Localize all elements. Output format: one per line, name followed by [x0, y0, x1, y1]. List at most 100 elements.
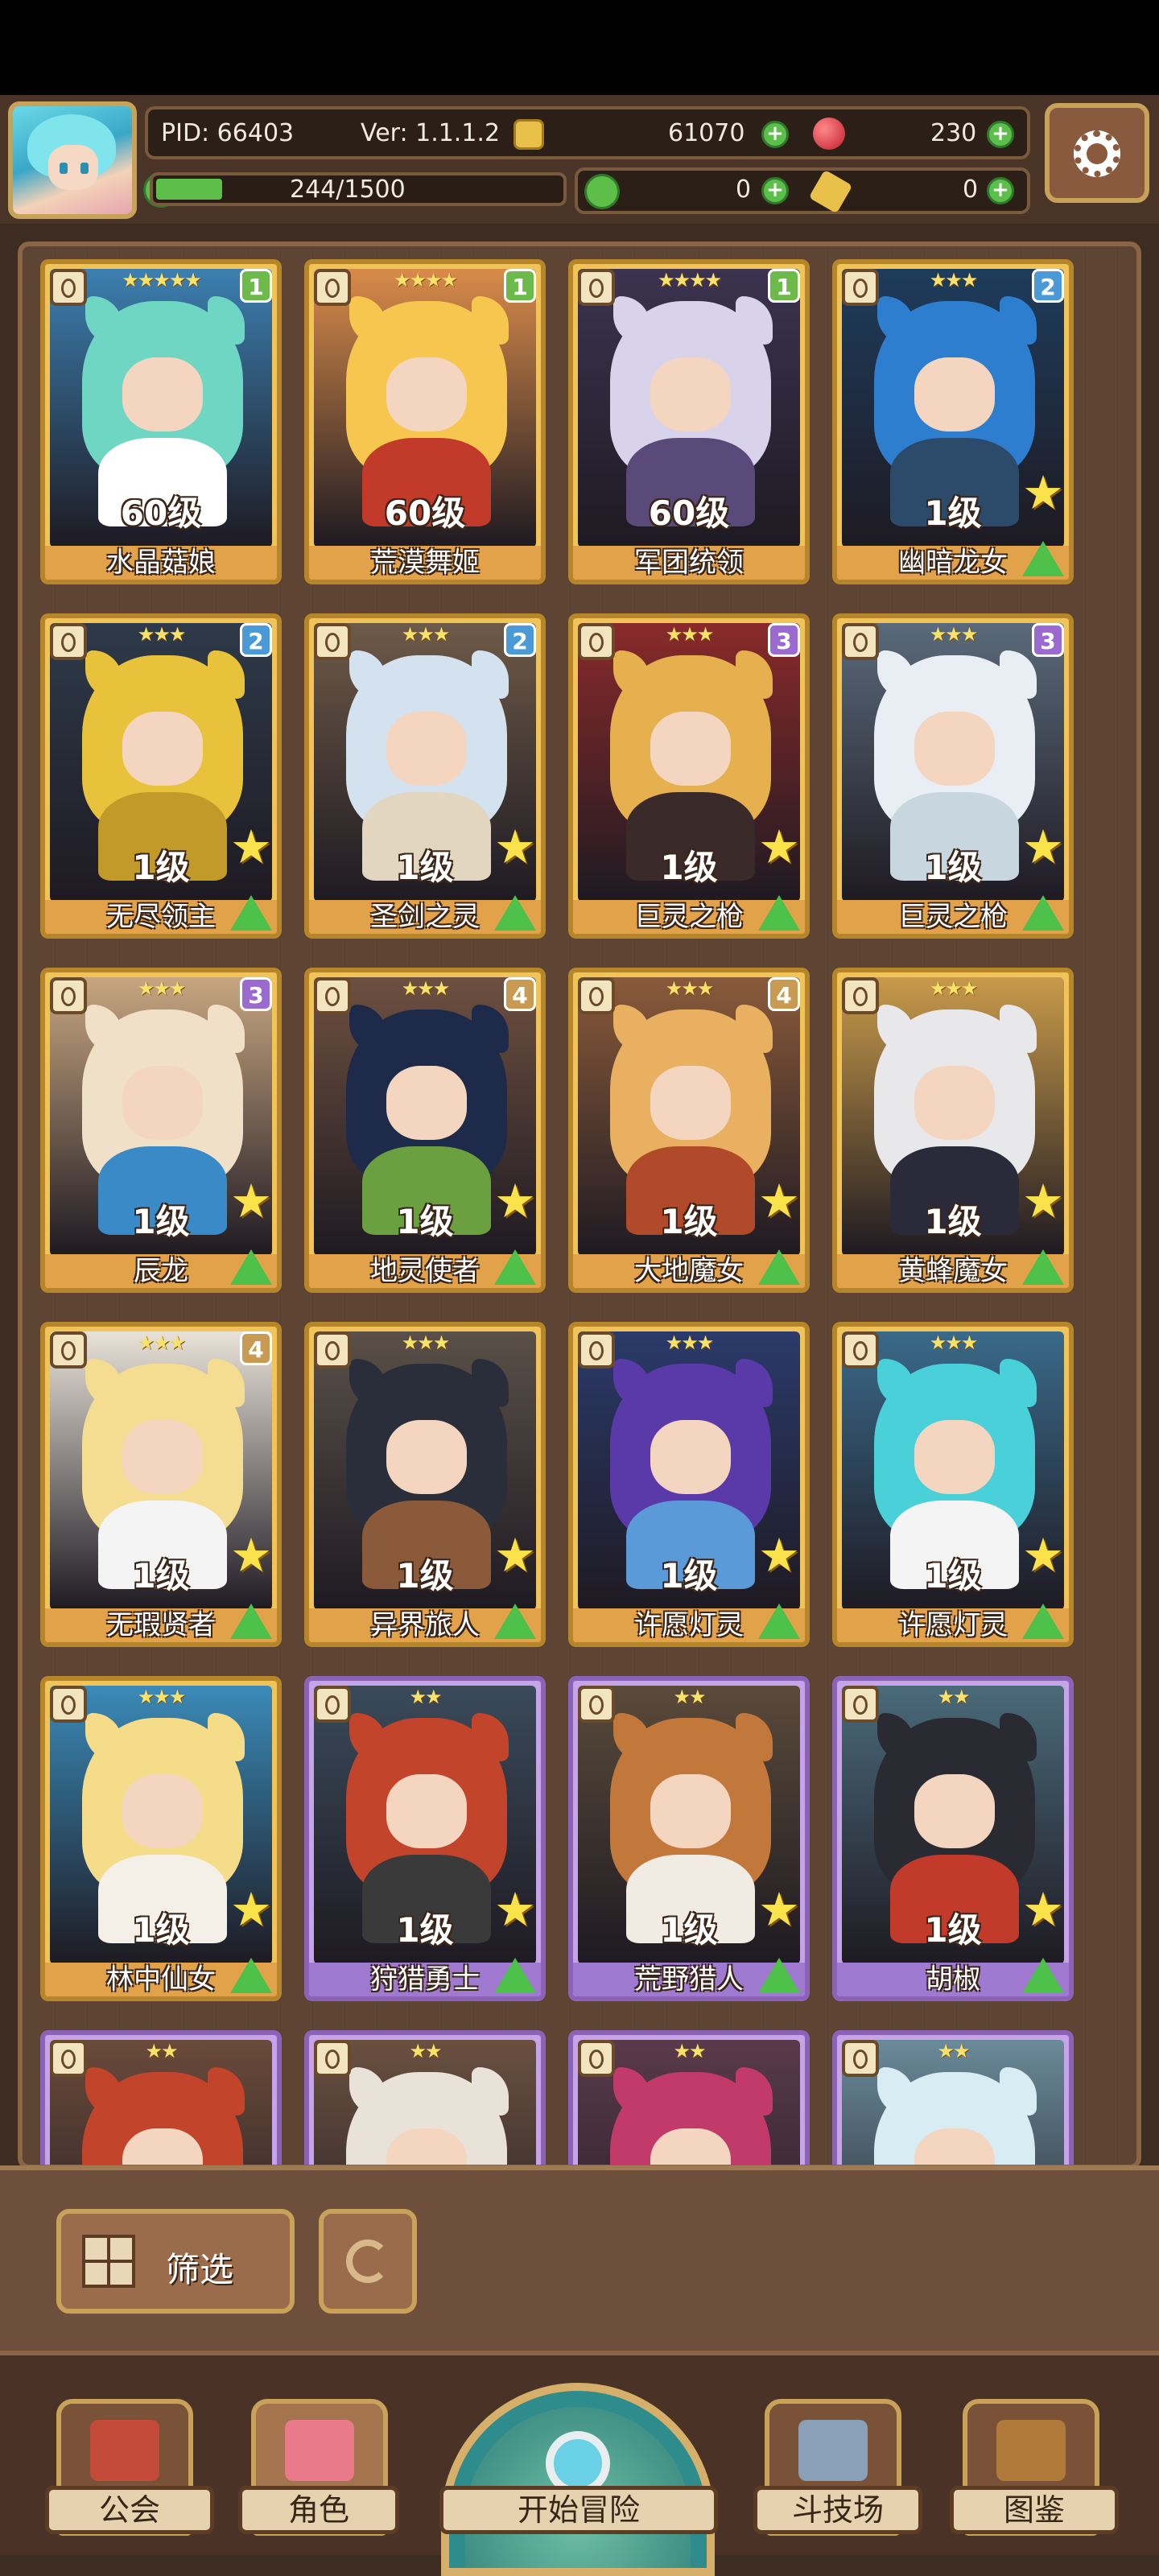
add-gems-button[interactable]: + — [987, 121, 1014, 148]
character-card[interactable]: ★★★ 4 1级 ★ 大地魔女 — [568, 968, 810, 1293]
level-up-arrow-icon — [758, 1249, 800, 1285]
star-upgrade-icon: ★ — [1022, 1528, 1064, 1583]
collection-icon — [996, 2420, 1066, 2481]
rarity-stars: ★★ — [937, 2040, 970, 2062]
character-card[interactable]: ★★★ 1级 ★ 黄蜂魔女 — [832, 968, 1074, 1293]
character-level: 60级 — [120, 493, 202, 533]
top-hud: PID: 66403 Ver: 1.1.1.2 61070 + 230 + 24… — [0, 95, 1159, 224]
guild-icon — [90, 2420, 159, 2481]
character-card[interactable]: ★★★ 2 1级 ★ 幽暗龙女 — [832, 259, 1074, 584]
star-upgrade-icon: ★ — [1022, 1174, 1064, 1228]
rank-badge: 4 — [504, 977, 536, 1011]
gem-amount: 230 — [930, 119, 977, 147]
filter-controls: 筛选 — [0, 2165, 1159, 2355]
character-card[interactable]: ★★ — [304, 2030, 546, 2165]
clover-amount: 0 — [736, 175, 752, 204]
player-avatar[interactable] — [8, 101, 137, 219]
nav-label[interactable]: 开始冒险 — [439, 2486, 718, 2534]
character-card[interactable]: ★★★ 4 1级 ★ 无瑕贤者 — [40, 1322, 282, 1647]
star-upgrade-icon: ★ — [230, 1882, 272, 1937]
character-grid[interactable]: ★★★★★ 1 60级 水晶菇娘 ★★★★ 1 60级 荒漠舞姬 ★★★★ 1 … — [18, 242, 1141, 2169]
gold-coin-icon — [514, 119, 544, 150]
rarity-stars: ★★ — [145, 2040, 178, 2062]
character-card[interactable]: ★★★ 1级 ★ 许愿灯灵 — [568, 1322, 810, 1647]
star-upgrade-icon: ★ — [494, 819, 536, 874]
nav-label[interactable]: 斗技场 — [753, 2486, 922, 2534]
rarity-stars: ★★★ — [929, 977, 979, 1000]
rank-badge: 4 — [240, 1331, 272, 1365]
character-card[interactable]: ★★ — [568, 2030, 810, 2165]
rarity-stars: ★★ — [409, 1686, 442, 1708]
rarity-stars: ★★ — [673, 2040, 706, 2062]
grid-filter-icon — [82, 2235, 135, 2288]
exp-text: 244/1500 — [290, 175, 406, 204]
exp-bar-fill — [156, 179, 222, 200]
star-upgrade-icon: ★ — [758, 1882, 800, 1937]
rank-badge: 1 — [768, 269, 800, 303]
refresh-button[interactable] — [319, 2209, 417, 2314]
character-card[interactable]: ★★ 1级 ★ 胡椒 — [832, 1676, 1074, 2001]
rarity-stars: ★★★ — [137, 1686, 187, 1708]
level-up-arrow-icon — [1022, 1604, 1064, 1639]
rank-badge: 3 — [768, 623, 800, 657]
nav-label[interactable]: 公会 — [45, 2486, 214, 2534]
settings-button[interactable] — [1045, 103, 1149, 203]
rank-badge: 3 — [240, 977, 272, 1011]
level-up-arrow-icon — [1022, 1958, 1064, 1993]
level-up-arrow-icon — [494, 1249, 536, 1285]
character-name: 军团统领 — [573, 546, 805, 580]
version-label: Ver: 1.1.1.2 — [361, 119, 501, 147]
rarity-stars: ★★ — [409, 2040, 442, 2062]
star-upgrade-icon: ★ — [1022, 465, 1064, 520]
level-up-arrow-icon — [230, 1958, 272, 1993]
nav-label[interactable]: 角色 — [238, 2486, 399, 2534]
rank-badge: 3 — [1032, 623, 1064, 657]
character-card[interactable]: ★★★ 3 1级 ★ 巨灵之枪 — [832, 613, 1074, 939]
character-card[interactable]: ★★★ 1级 ★ 许愿灯灵 — [832, 1322, 1074, 1647]
gold-amount: 61070 — [668, 119, 745, 147]
character-card[interactable]: ★★★ 1级 ★ 异界旅人 — [304, 1322, 546, 1647]
character-card[interactable]: ★★★ 3 1级 ★ 巨灵之枪 — [568, 613, 810, 939]
add-clover-button[interactable]: + — [761, 177, 789, 204]
rank-badge: 2 — [504, 623, 536, 657]
level-up-arrow-icon — [494, 1604, 536, 1639]
arena-icon — [798, 2420, 868, 2481]
star-upgrade-icon: ★ — [494, 1528, 536, 1583]
level-up-arrow-icon — [494, 895, 536, 931]
star-upgrade-icon: ★ — [230, 1174, 272, 1228]
rarity-stars: ★★★ — [401, 1331, 451, 1354]
character-card[interactable]: ★★ 1级 ★ 狩猎勇士 — [304, 1676, 546, 2001]
level-up-arrow-icon — [1022, 1249, 1064, 1285]
ruby-gem-icon — [813, 118, 845, 150]
character-card[interactable]: ★★ — [832, 2030, 1074, 2165]
character-card[interactable]: ★★ — [40, 2030, 282, 2165]
key-amount: 0 — [963, 175, 979, 204]
rank-badge: 2 — [1032, 269, 1064, 303]
rarity-stars: ★★★ — [665, 1331, 715, 1354]
level-up-arrow-icon — [230, 1249, 272, 1285]
character-card[interactable]: ★★★ 1级 ★ 林中仙女 — [40, 1676, 282, 2001]
character-card[interactable]: ★★★ 4 1级 ★ 地灵使者 — [304, 968, 546, 1293]
add-keys-button[interactable]: + — [987, 177, 1014, 204]
character-card[interactable]: ★★★ 2 1级 ★ 圣剑之灵 — [304, 613, 546, 939]
level-up-arrow-icon — [230, 895, 272, 931]
character-card[interactable]: ★★★★★ 1 60级 水晶菇娘 — [40, 259, 282, 584]
add-gold-button[interactable]: + — [761, 121, 789, 148]
star-upgrade-icon: ★ — [230, 819, 272, 874]
character-card[interactable]: ★★★ 3 1级 ★ 辰龙 — [40, 968, 282, 1293]
character-card[interactable]: ★★★ 2 1级 ★ 无尽领主 — [40, 613, 282, 939]
rarity-stars: ★★ — [673, 1686, 706, 1708]
exp-bar: 244/1500 — [150, 172, 567, 206]
level-up-arrow-icon — [494, 1958, 536, 1993]
character-card[interactable]: ★★ 1级 ★ 荒野猎人 — [568, 1676, 810, 2001]
player-id: PID: 66403 — [161, 119, 295, 147]
character-card[interactable]: ★★★★ 1 60级 荒漠舞姬 — [304, 259, 546, 584]
character-icon — [285, 2420, 354, 2481]
star-upgrade-icon: ★ — [230, 1528, 272, 1583]
level-up-arrow-icon — [758, 1958, 800, 1993]
rarity-stars: ★★ — [937, 1686, 970, 1708]
filter-button[interactable]: 筛选 — [56, 2209, 295, 2314]
character-card[interactable]: ★★★★ 1 60级 军团统领 — [568, 259, 810, 584]
nav-label[interactable]: 图鉴 — [950, 2486, 1119, 2534]
star-upgrade-icon: ★ — [1022, 819, 1064, 874]
